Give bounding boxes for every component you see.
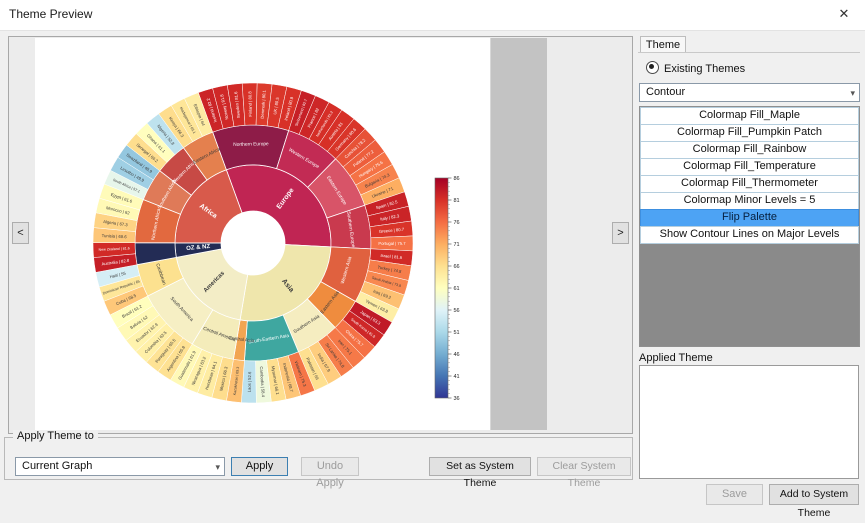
sunburst-label: Northern Europe [233, 141, 269, 148]
theme-list-item[interactable]: Colormap Fill_Temperature [640, 158, 859, 176]
colorbar-tick-label: 46 [454, 352, 460, 358]
chevron-left-icon: < [17, 227, 24, 239]
sunburst-label: Laos | 52.6 [247, 371, 253, 392]
graph-page: Iceland | 82.2 Norway | 81.8 Sweden | 81.6… [35, 38, 491, 430]
chevron-down-icon: ▾ [850, 88, 855, 98]
colorbar-tick-label: 71 [454, 242, 460, 248]
prev-preview-button[interactable]: < [12, 222, 29, 244]
theme-preview-dialog: Theme Preview ✕ < Iceland | 82.2 Norway |… [0, 0, 865, 519]
titlebar: Theme Preview ✕ [0, 0, 865, 31]
preview-area: < Iceland | 82.2 Norway | 81.8 Sweden | 81… [8, 36, 633, 434]
sunburst-label: Finland | 80.8 [247, 91, 253, 117]
colorbar-tick-label: 41 [454, 374, 460, 380]
apply-theme-to-label: Apply Theme to [13, 430, 98, 442]
apply-button[interactable]: Apply [231, 457, 288, 476]
radio-icon [646, 61, 659, 74]
set-as-system-theme-button[interactable]: Set as System Theme [429, 457, 531, 489]
undo-apply-button[interactable]: Undo Apply [301, 457, 359, 489]
apply-target-value: Current Graph [22, 460, 93, 472]
preview-gray-band [491, 38, 547, 430]
theme-list-item[interactable]: Colormap Fill_Maple [640, 107, 859, 125]
colorbar-tick-label: 51 [454, 330, 460, 336]
close-icon: ✕ [838, 6, 850, 21]
tab-theme[interactable]: Theme [640, 36, 686, 53]
theme-list-item[interactable]: Colormap Fill_Rainbow [640, 141, 859, 159]
ring-continents [174, 164, 332, 322]
sunburst-label: Portugal | 75.7 [378, 241, 406, 246]
colorbar: 86 81 76 71 66 61 56 51 46 41 36 [434, 176, 460, 402]
colorbar-tick-label: 86 [454, 176, 460, 182]
colorbar-gradient [434, 177, 449, 399]
theme-list-item[interactable]: Colormap Fill_Pumpkin Patch [640, 124, 859, 142]
colorbar-tick-label: 66 [454, 264, 460, 270]
next-preview-button[interactable]: > [612, 222, 629, 244]
applied-theme-label: Applied Theme [639, 352, 713, 364]
tab-strip-divider [638, 52, 860, 53]
themes-dropdown-value: Contour [646, 86, 686, 98]
add-to-system-theme-button[interactable]: Add to System Theme [769, 484, 859, 519]
radio-existing-themes[interactable]: Existing Themes [646, 61, 745, 75]
radio-label: Existing Themes [664, 63, 746, 75]
colorbar-tick-label: 76 [454, 220, 460, 226]
colorbar-tick-label: 81 [454, 198, 460, 204]
close-button[interactable]: ✕ [835, 6, 853, 22]
window-title: Theme Preview [9, 7, 93, 21]
theme-list-item[interactable]: Colormap Minor Levels = 5 [640, 192, 859, 210]
save-button[interactable]: Save [706, 484, 763, 505]
clear-system-theme-button[interactable]: Clear System Theme [537, 457, 631, 489]
applied-theme-box [639, 365, 859, 479]
apply-target-dropdown[interactable]: Current Graph ▾ [15, 457, 225, 476]
sunburst-chart: Iceland | 82.2 Norway | 81.8 Sweden | 81.6… [92, 82, 460, 404]
chevron-down-icon: ▾ [215, 462, 220, 472]
theme-list-item[interactable]: Show Contour Lines on Major Levels [640, 226, 859, 244]
themes-dropdown[interactable]: Contour ▾ [639, 83, 860, 102]
colorbar-tick-label: 56 [454, 308, 460, 314]
colorbar-tick-label: 36 [454, 396, 460, 402]
apply-theme-to-group: Apply Theme to Current Graph ▾ Apply Und… [4, 430, 633, 489]
theme-list-item[interactable]: Colormap Fill_Thermometer [640, 175, 859, 193]
chevron-right-icon: > [617, 227, 624, 239]
colorbar-tick-label: 61 [454, 286, 460, 292]
theme-list-item[interactable]: Flip Palette [640, 209, 859, 227]
theme-list: Colormap Fill_Maple Colormap Fill_Pumpkin… [639, 106, 860, 347]
ring-regions [134, 124, 372, 362]
